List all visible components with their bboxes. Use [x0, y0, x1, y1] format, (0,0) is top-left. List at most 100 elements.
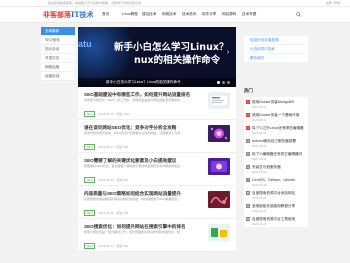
- nav-menu: 首页 Linux教程 建站技术 网络技术 技术资讯 软件分享 网站源码 技术专题: [102, 12, 262, 17]
- hot-list: 1 使用Docker安装MongoDB 2023-05-12 2 使用Docke…: [244, 97, 308, 227]
- rank-badge: 8: [246, 191, 250, 195]
- main-content: atu 新手小白怎么学习Linux？ nux的相关操作命令 › 新手小白怎么学习…: [78, 27, 236, 252]
- nav-item-linux[interactable]: Linux教程: [122, 12, 142, 17]
- article-meta: SEO 2023-05-16 · 阅读 875: [84, 177, 128, 183]
- rank-badge: 7: [246, 178, 250, 182]
- sidebar-item-seo[interactable]: SEO优化: [41, 36, 75, 45]
- article-excerpt: 高质量的内容是网站获得良好排名的基础，将内容质量与SEO策略结合，能有效提升网站…: [84, 197, 180, 201]
- article-item[interactable]: 内容质量与SEO策略如何结合实现网站流量提升 高质量的内容是网站获得良好排名的基…: [78, 186, 236, 219]
- banner-dot[interactable]: [217, 81, 220, 84]
- quick-links-widget: 欢迎访问非客部落 小白自学IT技术 联系我们: [244, 36, 308, 63]
- logo-blue-text: IT技术: [71, 10, 94, 19]
- article-excerpt: 在激烈的市场竞争中，SEO优化不仅需要关注自身网站，还需要深入分析竞争对手的策略…: [84, 131, 180, 135]
- article-thumbnail[interactable]: [208, 125, 230, 142]
- hot-item[interactable]: 10 百度搜索资源平台工具使用 2023-04-24: [244, 214, 308, 227]
- rank-badge: 9: [246, 204, 250, 208]
- article-tag[interactable]: SEO: [84, 111, 96, 117]
- sidebar-item-devlog[interactable]: 开发日志: [41, 54, 75, 63]
- article-meta: SEO 2023-05-17 · 阅读 986: [84, 144, 128, 150]
- article-thumbnail[interactable]: [208, 158, 230, 175]
- article-date: 2023-05-15 · 阅读 764: [98, 211, 129, 215]
- hot-date: 2023-05-10: [252, 118, 267, 122]
- hot-item[interactable]: 9 宝塔面板安装使用教程分享 2023-04-26: [244, 201, 308, 214]
- nav-item-source[interactable]: 网站源码: [222, 12, 242, 17]
- article-thumbnail[interactable]: [208, 191, 230, 208]
- hot-date: 2023-05-06: [252, 144, 267, 148]
- logo-red-text: 非客部落: [43, 10, 71, 19]
- hot-date: 2023-04-30: [252, 183, 267, 187]
- login-register-links[interactable]: 注册 | 登录: [326, 1, 340, 5]
- site-logo[interactable]: 非客部落IT技术: [43, 10, 93, 20]
- article-item[interactable]: 谁在谈论网站SEO优化：竞争对手分析全攻略 在激烈的市场竞争中，SEO优化不仅需…: [78, 120, 236, 153]
- article-item[interactable]: SEO需要了解的关键优化要素及小白提效建议 想要做好SEO优化，首先需要了解搜索…: [78, 153, 236, 186]
- main-navbar: 非客部落IT技术 首页 Linux教程 建站技术 网络技术 技术资讯 软件分享 …: [0, 7, 350, 23]
- quick-link[interactable]: 联系我们: [244, 54, 308, 63]
- rank-badge: 3: [246, 126, 250, 130]
- article-date: 2023-05-14 · 阅读 652: [98, 244, 129, 248]
- hot-item[interactable]: 7 CentOS、Debian、Ubuntu 2023-04-30: [244, 175, 308, 188]
- nav-item-news[interactable]: 技术资讯: [182, 12, 202, 17]
- banner-headline-2: nux的相关操作命令: [134, 55, 221, 66]
- rank-badge: 2: [246, 113, 250, 117]
- hot-item[interactable]: 6 安装亚马逊服务器 2023-05-02: [244, 162, 308, 175]
- hot-date: 2023-04-26: [252, 209, 267, 213]
- article-excerpt: 搜索引擎优化是一项长期的工作，通过合理的关键词布局和内容优化，能够逐步提升网站排…: [84, 230, 180, 234]
- sidebar-item-latest[interactable]: 全网最新: [41, 27, 75, 36]
- rank-badge: 10: [246, 217, 250, 221]
- article-meta: SEO 2023-05-14 · 阅读 652: [84, 243, 128, 249]
- article-tag[interactable]: SEO: [84, 243, 96, 249]
- article-item[interactable]: SEO基础建设中有哪些工作，如何提升网站流量排名 在搜索引擎优化（SEO）的工作…: [78, 87, 236, 120]
- top-notice: 欢迎来到非客部落，本站致力于分享技术教程，记录学习与成长的点滴: [48, 1, 142, 5]
- rank-badge: 5: [246, 152, 250, 156]
- hot-date: 2023-05-08: [252, 131, 267, 135]
- article-date: 2023-05-18 · 阅读 1024: [98, 112, 130, 116]
- nav-item-network[interactable]: 网络技术: [162, 12, 182, 17]
- hot-item[interactable]: 1 使用Docker安装MongoDB 2023-05-12: [244, 97, 308, 110]
- hot-heading: 热门: [244, 88, 253, 93]
- article-meta: SEO 2023-05-15 · 阅读 764: [84, 210, 128, 216]
- banner-headline-1: 新手小白怎么学习Linux？: [114, 42, 229, 53]
- rank-badge: 4: [246, 139, 250, 143]
- article-meta: SEO 2023-05-18 · 阅读 1024: [84, 111, 130, 117]
- article-excerpt: 在搜索引擎优化（SEO）的工作中，基础建设是提升网站排名和流量的关键一步，做好S…: [84, 98, 180, 102]
- chevron-right-icon[interactable]: ›: [227, 49, 233, 59]
- quick-link[interactable]: 欢迎访问非客部落: [244, 36, 308, 45]
- hot-item[interactable]: 5 除了VI编辑器还有其它编辑器吗 2023-05-04: [244, 149, 308, 162]
- banner-caption[interactable]: 新手小白怎么学习Linux？Linux的相关操作命令: [106, 80, 181, 85]
- article-date: 2023-05-17 · 阅读 986: [98, 145, 129, 149]
- sidebar-item-webmaster[interactable]: 站长杂谈: [41, 45, 75, 54]
- rank-badge: 1: [246, 100, 250, 104]
- rank-badge: 6: [246, 165, 250, 169]
- left-category-sidebar: 全网最新 SEO优化 站长杂谈 开发日志 网络运营 运营实战: [41, 27, 75, 81]
- hot-date: 2023-04-24: [252, 222, 267, 226]
- article-item[interactable]: SEO搜索优化：如何提升网站在搜索引擎中的排名 搜索引擎优化是一项长期的工作，通…: [78, 219, 236, 252]
- top-bar: 欢迎来到非客部落，本站致力于分享技术教程，记录学习与成长的点滴 注册 | 登录: [0, 0, 350, 7]
- hot-date: 2023-04-28: [252, 196, 267, 200]
- hot-item[interactable]: 4 mdcool使用自己服务器部署 2023-05-06: [244, 136, 308, 149]
- banner-pagination: [217, 81, 230, 84]
- nav-item-web[interactable]: 建站技术: [142, 12, 162, 17]
- banner-left-text: atu: [78, 39, 92, 49]
- nav-item-home[interactable]: 首页: [102, 12, 122, 17]
- sidebar-item-practice[interactable]: 运营实战: [41, 72, 75, 81]
- banner-dot[interactable]: [222, 81, 225, 84]
- article-excerpt: 想要做好SEO优化，首先需要了解搜索引擎的排名规则及影响网站排名的关键要素，以下…: [84, 164, 180, 168]
- hot-item[interactable]: 3 除了VI之外Linux还有哪些编辑器 2023-05-08: [244, 123, 308, 136]
- hot-date: 2023-05-04: [252, 157, 267, 161]
- nav-item-software[interactable]: 软件分享: [202, 12, 222, 17]
- article-thumbnail[interactable]: [208, 224, 230, 241]
- nav-item-topics[interactable]: 技术专题: [242, 12, 262, 17]
- article-tag[interactable]: SEO: [84, 210, 96, 216]
- banner-dot[interactable]: [227, 81, 230, 84]
- hot-item[interactable]: 8 百度搜索资源平台添加网站 2023-04-28: [244, 188, 308, 201]
- hot-date: 2023-05-02: [252, 170, 267, 174]
- article-tag[interactable]: SEO: [84, 177, 96, 183]
- article-tag[interactable]: SEO: [84, 144, 96, 150]
- article-thumbnail[interactable]: [208, 92, 230, 109]
- featured-banner[interactable]: atu 新手小白怎么学习Linux？ nux的相关操作命令 › 新手小白怎么学习…: [78, 27, 236, 87]
- quick-link[interactable]: 小白自学IT技术: [244, 45, 308, 54]
- search-icon[interactable]: [296, 12, 301, 17]
- article-date: 2023-05-16 · 阅读 875: [98, 178, 129, 182]
- hot-item[interactable]: 2 使用Docker安装一个基础环境 2023-05-10: [244, 110, 308, 123]
- sidebar-item-operation[interactable]: 网络运营: [41, 63, 75, 72]
